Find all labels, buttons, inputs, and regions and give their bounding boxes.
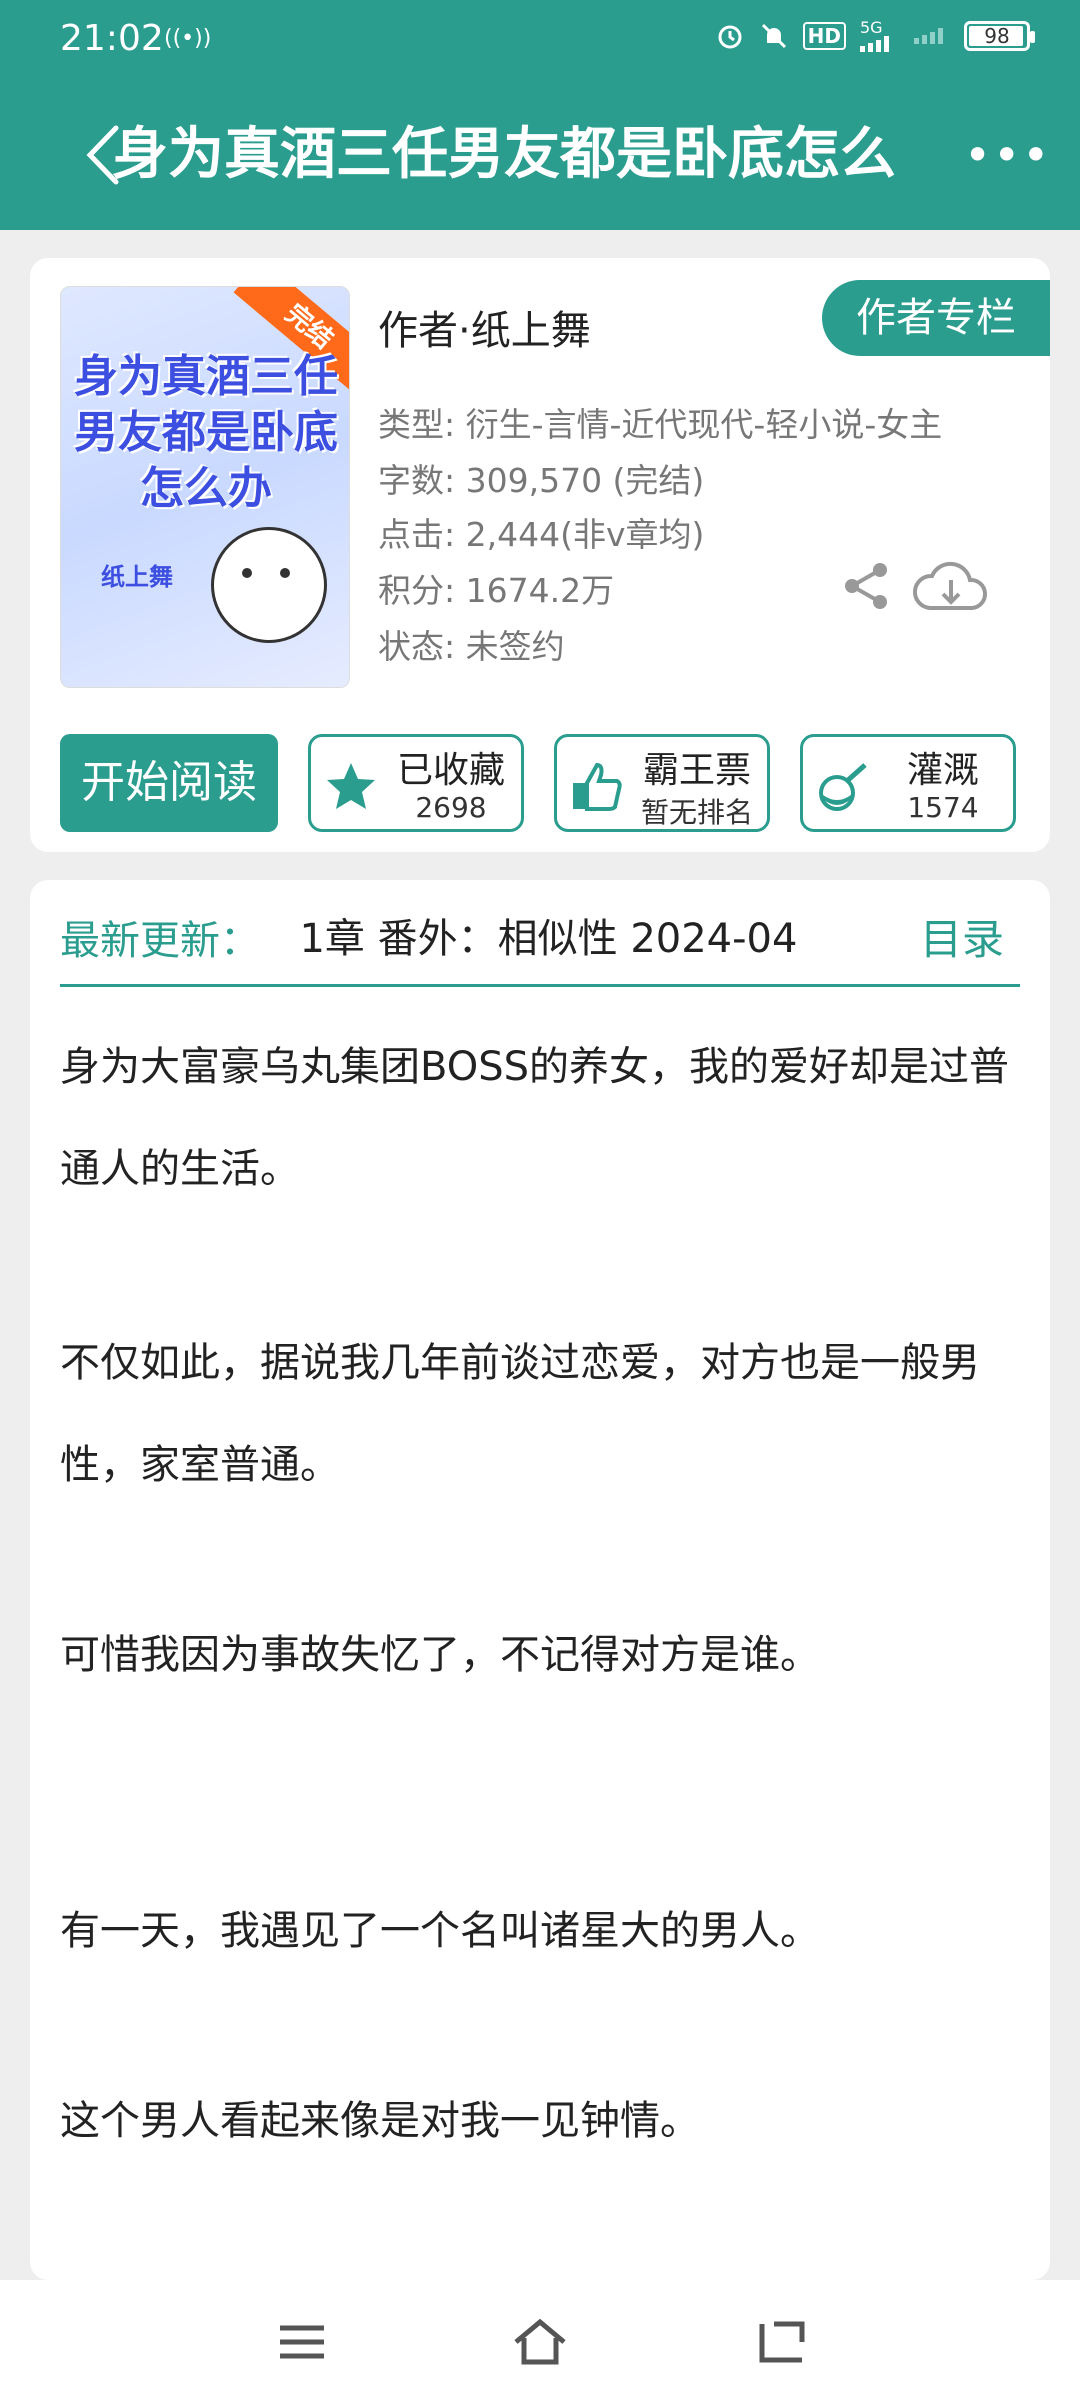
signal-5g: 5G: [860, 20, 900, 52]
synopsis-paragraph: 有一天，我遇见了一个名叫诸星大的男人。: [60, 1908, 820, 1954]
home-icon[interactable]: [510, 2312, 570, 2372]
overlord-ticket-button[interactable]: 霸王票 暂无排名: [554, 734, 770, 832]
top-bar: 21:02 ((•)) HD 5G 98 身为真酒三任男友都是卧底怎么 •••: [0, 0, 1080, 230]
author-column-button[interactable]: 作者专栏: [822, 280, 1050, 356]
book-info-card: 完结 身为真酒三任男友都是卧底怎么办 纸上舞 作者·纸上舞 作者专栏 类型: 衍…: [30, 258, 1050, 852]
synopsis-paragraph: 不仅如此，据说我几年前谈过恋爱，对方也是一般男性，家室普通。: [60, 1340, 980, 1488]
latest-update-label: 最新更新：: [60, 918, 260, 964]
status-time: 21:02: [60, 18, 164, 59]
info-clicks: 点击: 2,444(非v章均): [378, 515, 705, 554]
share-icon[interactable]: [838, 558, 894, 614]
mute-bell-icon: [761, 23, 786, 49]
book-cover[interactable]: 完结 身为真酒三任男友都是卧底怎么办 纸上舞: [60, 286, 350, 688]
collect-count: 2698: [415, 791, 487, 824]
latest-chapter-link[interactable]: 81章 番外：相似性 2024-04: [300, 906, 870, 962]
system-nav-bar: [0, 2280, 1080, 2400]
signal-icon: [860, 36, 889, 52]
network-indicator: ((•)): [164, 26, 212, 51]
page-title: 身为真酒三任男友都是卧底怎么: [112, 122, 896, 187]
menu-icon[interactable]: [272, 2312, 332, 2372]
collect-button[interactable]: 已收藏 2698: [308, 734, 524, 832]
overlord-ticket-label: 霸王票: [642, 750, 751, 791]
start-reading-button[interactable]: 开始阅读: [60, 734, 278, 832]
info-genre: 类型: 衍生-言情-近代现代-轻小说-女主: [378, 405, 943, 444]
thumbs-up-icon: [573, 762, 622, 811]
cover-author: 纸上舞: [101, 563, 173, 591]
star-icon: [327, 763, 375, 809]
irrigate-button[interactable]: 灌溉 1574: [800, 734, 1016, 832]
info-word-count: 字数: 309,570 (完结): [378, 461, 705, 500]
more-dots-icon[interactable]: •••: [964, 130, 1049, 180]
info-status: 状态: 未签约: [378, 627, 565, 666]
synopsis-paragraph: 可惜我因为事故失忆了，不记得对方是谁。: [60, 1632, 820, 1678]
status-icons: HD 5G 98: [715, 20, 1035, 52]
signal-weak-icon: [914, 28, 943, 44]
alarm-icon: [718, 25, 742, 49]
signal-5g-label: 5G: [860, 18, 883, 37]
back-icon[interactable]: [752, 2312, 812, 2372]
author-line[interactable]: 作者·纸上舞: [378, 298, 591, 356]
irrigate-label: 灌溉: [906, 750, 979, 791]
table-of-contents-button[interactable]: 目录: [920, 906, 1004, 967]
hd-badge: HD: [802, 22, 846, 50]
cover-character-illustration: [211, 527, 327, 643]
battery-level: 98: [984, 24, 1010, 48]
overlord-ticket-rank: 暂无排名: [640, 796, 753, 829]
nutrient-bottle-icon: [819, 763, 867, 811]
latest-chapter-text: 81章 番外：相似性 2024-04: [300, 916, 798, 962]
divider: [60, 984, 1020, 987]
info-score: 积分: 1674.2万: [378, 571, 615, 610]
battery-icon: 98: [964, 21, 1035, 51]
content-card: 最新更新： 81章 番外：相似性 2024-04 目录 身为大富豪乌丸集团BOS…: [30, 880, 1050, 2280]
synopsis-paragraph: 这个男人看起来像是对我一见钟情。: [60, 2098, 700, 2144]
synopsis-paragraph: 身为大富豪乌丸集团BOSS的养女，我的爱好却是过普通人的生活。: [60, 1044, 1010, 1192]
collect-label: 已收藏: [396, 750, 505, 791]
irrigate-count: 1574: [907, 791, 979, 824]
cloud-download-icon[interactable]: [910, 554, 992, 618]
cover-title: 身为真酒三任男友都是卧底怎么办: [74, 351, 338, 514]
